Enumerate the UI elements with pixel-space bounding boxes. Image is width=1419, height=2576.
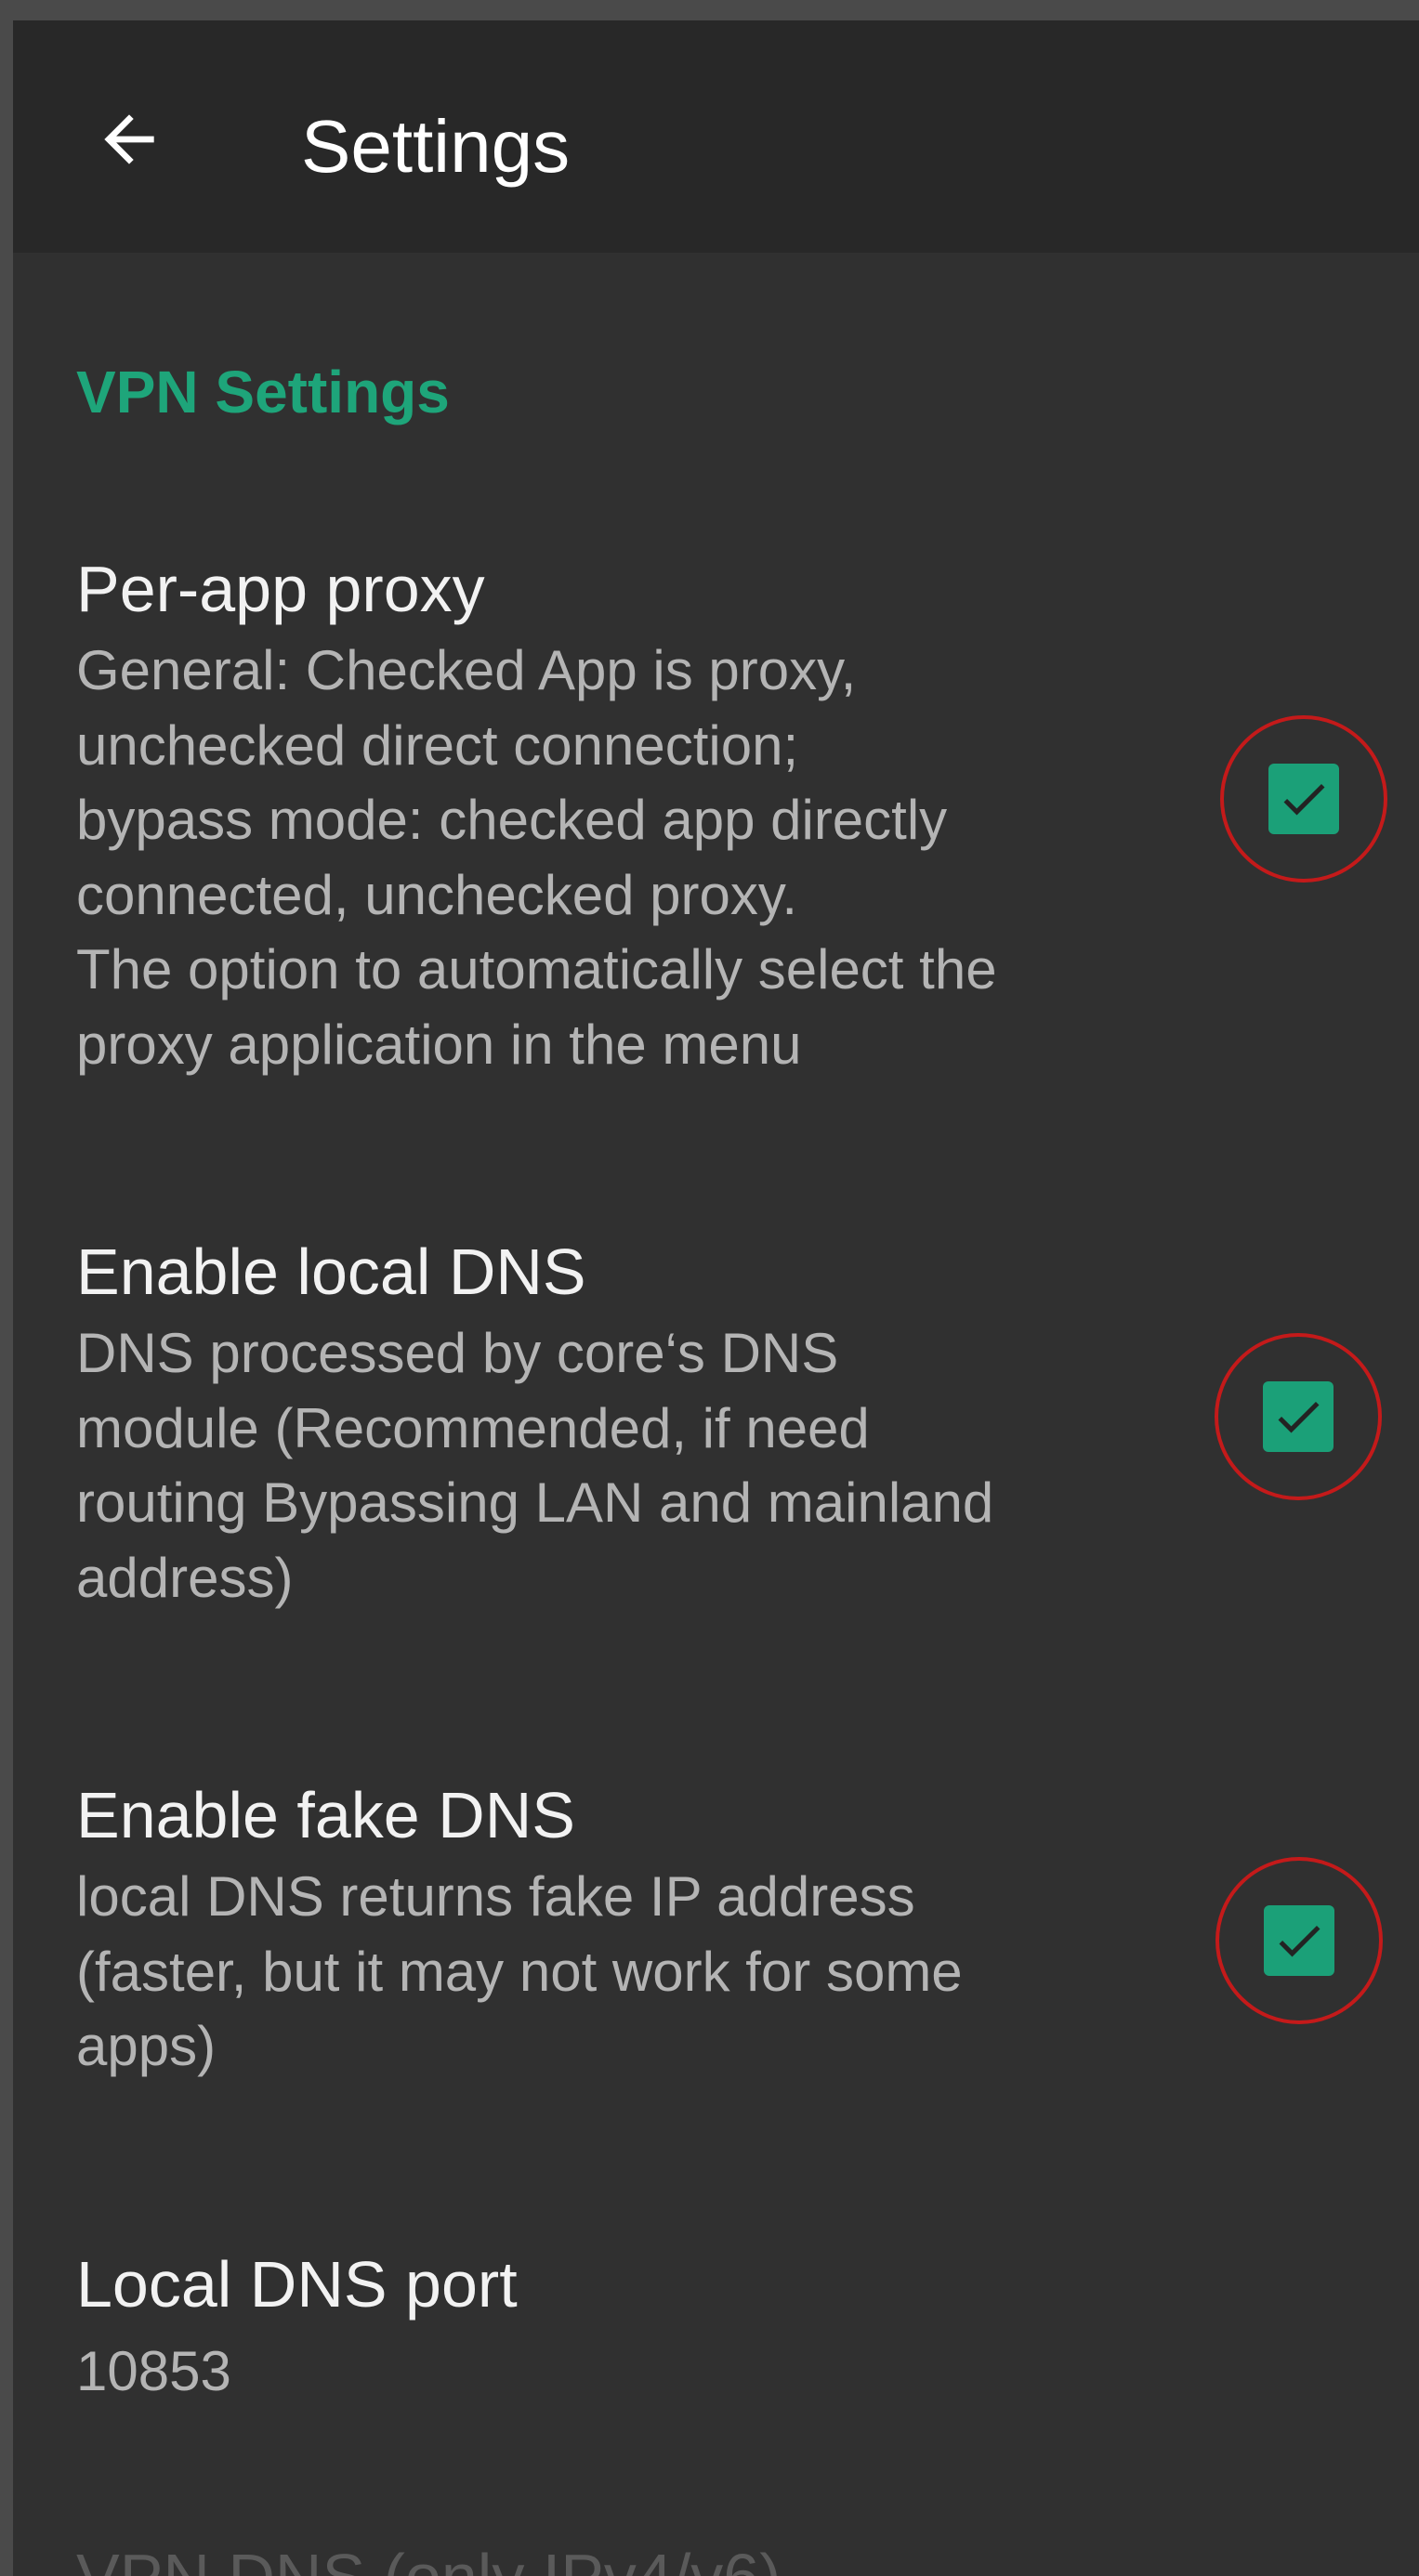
fake-dns-checkbox[interactable] bbox=[1264, 1905, 1334, 1976]
local-dns-checkbox[interactable] bbox=[1263, 1381, 1334, 1452]
annotation-circle bbox=[1220, 715, 1387, 883]
summary-line: apps) bbox=[76, 2015, 217, 2077]
summary-line: General: Checked App is proxy, bbox=[76, 639, 857, 701]
summary-line: address) bbox=[76, 1546, 294, 1609]
summary-line: local DNS returns fake IP address bbox=[76, 1865, 915, 1928]
checkmark-icon bbox=[1279, 1925, 1320, 1957]
page-title: Settings bbox=[301, 105, 571, 188]
summary-line: unchecked direct connection; bbox=[76, 713, 799, 777]
pref-enable-fake-dns[interactable]: Enable fake DNS local DNS returns fake I… bbox=[13, 1776, 1419, 2129]
summary-line: The option to automatically select the bbox=[76, 938, 997, 1000]
settings-screen: Settings VPN Settings Per-app proxy Gene… bbox=[13, 20, 1419, 2576]
summary-line: proxy application in the menu bbox=[76, 1013, 802, 1076]
summary-line: module (Recommended, if need bbox=[76, 1396, 870, 1459]
checkmark-icon bbox=[1283, 783, 1325, 816]
checkmark-icon bbox=[1278, 1401, 1320, 1433]
summary-line: DNS processed by core‘s DNS bbox=[76, 1322, 839, 1384]
summary-line: connected, unchecked proxy. bbox=[76, 863, 798, 926]
arrow-left-icon bbox=[92, 102, 166, 181]
summary-line: (faster, but it may not work for some bbox=[76, 1940, 963, 2003]
pref-per-app-proxy[interactable]: Per-app proxy General: Checked App is pr… bbox=[13, 541, 1419, 1135]
app-toolbar: Settings bbox=[13, 20, 1419, 253]
summary-line: routing Bypassing LAN and mainland bbox=[76, 1471, 994, 1534]
pref-title: Per-app proxy bbox=[76, 553, 485, 625]
pref-title: Enable local DNS bbox=[76, 1236, 586, 1308]
back-button[interactable] bbox=[78, 90, 180, 192]
pref-summary: General: Checked App is proxy, unchecked… bbox=[76, 634, 997, 1082]
summary-line: bypass mode: checked app directly bbox=[76, 789, 948, 851]
pref-enable-local-dns[interactable]: Enable local DNS DNS processed by core‘s… bbox=[13, 1233, 1419, 1660]
annotation-circle bbox=[1215, 1857, 1383, 2024]
per-app-proxy-checkbox[interactable] bbox=[1268, 764, 1339, 834]
pref-summary: local DNS returns fake IP address (faste… bbox=[76, 1860, 963, 2085]
annotation-circle bbox=[1215, 1333, 1382, 1500]
pref-local-dns-port[interactable]: Local DNS port 10853 bbox=[13, 2245, 1419, 2450]
pref-vpn-dns[interactable]: VPN DNS (only IPv4/v6) bbox=[76, 2538, 782, 2576]
pref-title: Enable fake DNS bbox=[76, 1779, 575, 1851]
pref-summary: DNS processed by core‘s DNS module (Reco… bbox=[76, 1316, 993, 1615]
device-frame: Settings VPN Settings Per-app proxy Gene… bbox=[0, 0, 1419, 2576]
section-header-vpn-settings: VPN Settings bbox=[76, 359, 450, 425]
pref-title: Local DNS port bbox=[76, 2248, 518, 2321]
pref-value: 10853 bbox=[76, 2340, 231, 2402]
